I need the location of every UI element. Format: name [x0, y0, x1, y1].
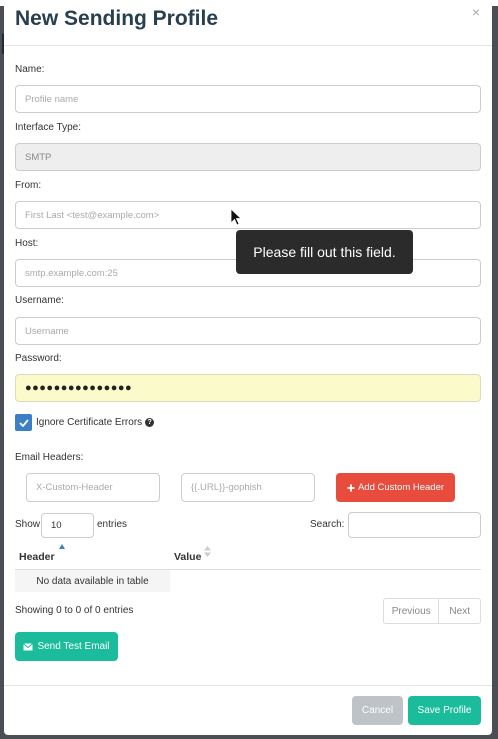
validation-tooltip: Please fill out this field. [236, 230, 413, 274]
new-sending-profile-modal: New Sending Profile × Name: Profile name… [4, 0, 492, 735]
search-label: Search: [310, 519, 345, 530]
from-label: From: [15, 180, 42, 191]
send-test-email-button[interactable]: Send Test Email [15, 632, 118, 661]
table-info: Showing 0 to 0 of 0 entries [15, 605, 134, 616]
modal-title: New Sending Profile [15, 7, 219, 30]
ignore-cert-checkbox[interactable] [15, 414, 32, 431]
username-label: Username: [15, 295, 64, 306]
custom-header-input[interactable]: X-Custom-Header [26, 473, 160, 502]
username-placeholder: Username [25, 325, 69, 337]
pagination: Previous Next [383, 598, 481, 624]
mouse-cursor-icon [230, 208, 242, 226]
name-input[interactable]: Profile name [15, 85, 481, 113]
column-header-header[interactable]: Header [19, 551, 55, 563]
close-icon[interactable]: × [472, 4, 480, 20]
from-input[interactable]: First Last <test@example.com> [15, 201, 481, 229]
interface-type-label: Interface Type: [15, 122, 81, 133]
host-placeholder: smtp.example.com:25 [25, 267, 118, 279]
sort-asc-icon[interactable] [59, 544, 65, 549]
send-test-email-label: Send Test Email [37, 641, 110, 652]
search-input[interactable] [348, 512, 481, 538]
name-placeholder: Profile name [25, 93, 79, 105]
custom-value-placeholder: {{.URL}}-gophish [191, 482, 262, 493]
host-label: Host: [15, 238, 39, 249]
custom-value-input[interactable]: {{.URL}}-gophish [181, 473, 315, 502]
plus-icon [347, 484, 355, 491]
envelope-icon [23, 642, 34, 650]
empty-table-message: No data available in table [15, 570, 170, 592]
email-headers-label: Email Headers: [15, 452, 84, 463]
password-input[interactable]: ●●●●●●●●●●●●●●● [15, 374, 481, 402]
cancel-button[interactable]: Cancel [352, 696, 403, 725]
next-button[interactable]: Next [439, 599, 480, 623]
name-label: Name: [15, 64, 45, 75]
add-custom-header-button[interactable]: Add Custom Header [336, 473, 455, 502]
interface-type-input: SMTP [15, 143, 481, 171]
entries-select[interactable]: 10 [41, 513, 94, 538]
username-input[interactable]: Username [15, 317, 481, 345]
check-icon [18, 418, 29, 427]
interface-type-value: SMTP [25, 151, 52, 163]
ignore-cert-label-row: Ignore Certificate Errors ? [36, 417, 155, 428]
password-value: ●●●●●●●●●●●●●●● [25, 382, 133, 394]
question-circle-icon[interactable]: ? [145, 418, 155, 427]
from-placeholder: First Last <test@example.com> [25, 209, 160, 221]
entries-label: entries [97, 519, 128, 530]
custom-header-placeholder: X-Custom-Header [36, 482, 113, 493]
modal-header: New Sending Profile × [4, 0, 492, 46]
ignore-cert-label: Ignore Certificate Errors [36, 417, 143, 428]
modal-footer-divider [4, 685, 492, 686]
password-label: Password: [15, 353, 62, 364]
save-profile-button[interactable]: Save Profile [408, 696, 481, 725]
entries-value: 10 [51, 520, 62, 531]
sort-both-icon[interactable] [204, 546, 211, 557]
previous-button[interactable]: Previous [384, 599, 440, 623]
column-header-value[interactable]: Value [174, 551, 201, 563]
add-custom-header-label: Add Custom Header [357, 482, 445, 493]
show-label: Show [15, 519, 41, 530]
